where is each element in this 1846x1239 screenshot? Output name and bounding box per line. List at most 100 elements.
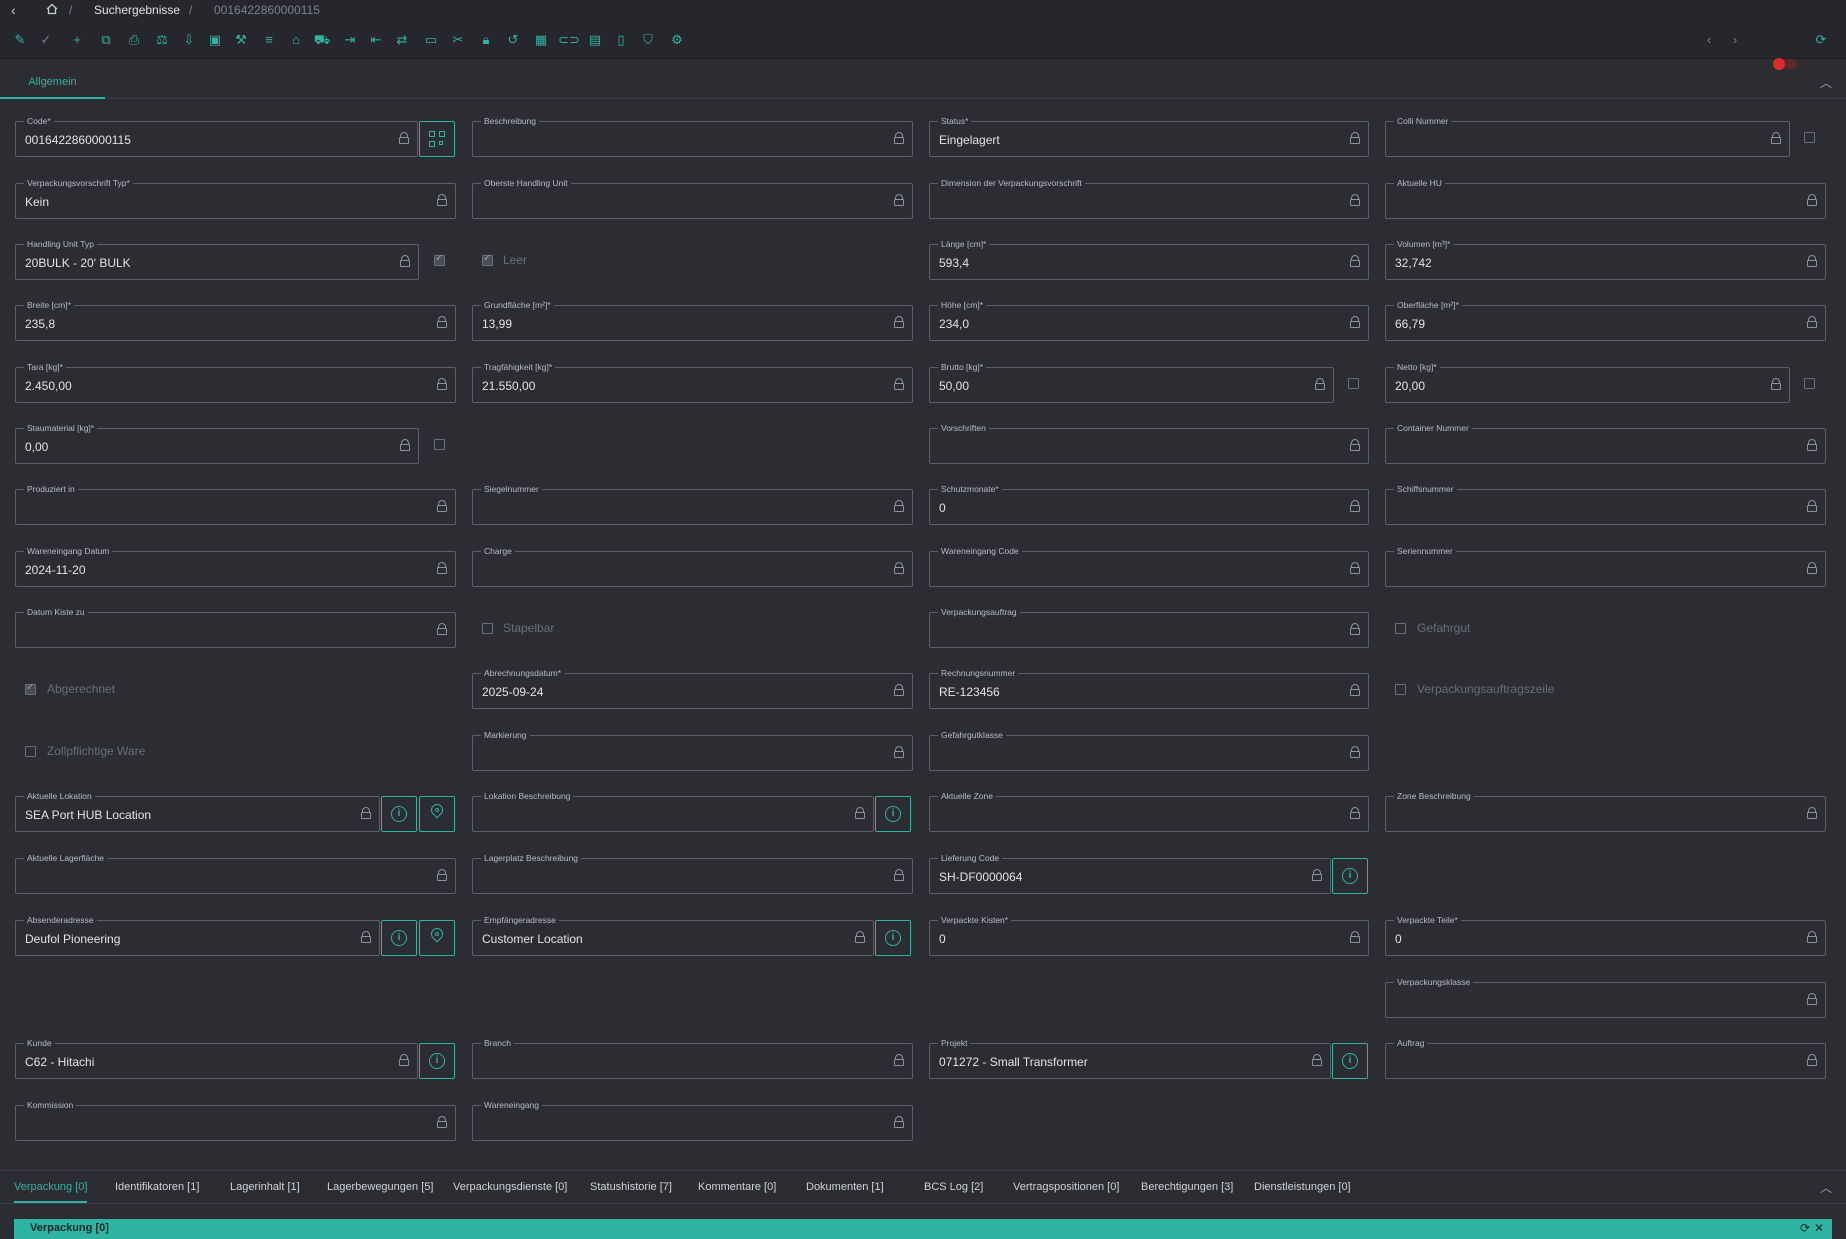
link-icon[interactable]: ⊂⊃	[558, 31, 580, 49]
verpackungsauftrag-field[interactable]: Verpackungsauftrag	[929, 606, 1369, 648]
produziert-in-field[interactable]: Produziert in	[15, 483, 456, 525]
kunde-field[interactable]: Kunde C62 - Hitachi	[15, 1037, 418, 1079]
wareneingang-datum-field[interactable]: Wareneingang Datum 2024-11-20	[15, 545, 456, 587]
close-icon[interactable]: ✕	[1814, 1221, 1824, 1235]
list-icon[interactable]: ≡	[260, 31, 278, 49]
breadcrumb-results[interactable]: Suchergebnisse	[94, 3, 180, 17]
split-icon[interactable]: ⚖	[153, 31, 171, 49]
tab-vertragspositionen[interactable]: Vertragspositionen [0]	[1013, 1171, 1119, 1203]
tab-identifikatoren[interactable]: Identifikatoren [1]	[115, 1171, 199, 1203]
warehouse-icon[interactable]: ⌂	[287, 31, 305, 49]
lagerplatz-beschreibung-field[interactable]: Lagerplatz Beschreibung	[472, 852, 913, 894]
empfaengeradresse-field[interactable]: Empfängeradresse Customer Location	[472, 914, 874, 956]
verpackungsklasse-field[interactable]: Verpackungsklasse	[1385, 976, 1826, 1018]
logout-icon[interactable]: ⇤	[367, 31, 385, 49]
staumaterial-field[interactable]: Staumaterial [kg]* 0,00	[15, 422, 419, 464]
zollpflichtige-ware-checkbox[interactable]	[25, 746, 36, 757]
chevron-up-icon[interactable]: ︿	[1820, 1179, 1832, 1196]
lokation-map-button[interactable]	[419, 796, 455, 832]
history-icon[interactable]: ↺	[504, 31, 522, 49]
home-icon[interactable]	[46, 3, 58, 15]
tab-dokumenten[interactable]: Dokumenten [1]	[806, 1171, 884, 1203]
tab-verpackung[interactable]: Verpackung [0]	[14, 1171, 88, 1203]
aktuelle-lagerflaeche-field[interactable]: Aktuelle Lagerfläche	[15, 852, 456, 894]
projekt-field[interactable]: Projekt 071272 - Small Transformer	[929, 1037, 1331, 1079]
qr-code-button[interactable]	[419, 121, 455, 157]
absenderadresse-field[interactable]: Absenderadresse Deufol Pioneering	[15, 914, 380, 956]
staumaterial-checkbox[interactable]	[434, 439, 445, 450]
chevron-up-icon[interactable]: ︿	[1820, 74, 1832, 91]
tab-statushistorie[interactable]: Statushistorie [7]	[590, 1171, 672, 1203]
message-icon[interactable]: ▤	[586, 31, 604, 49]
volumen-field[interactable]: Volumen [m³]* 32,742	[1385, 238, 1826, 280]
back-icon[interactable]: ‹	[11, 2, 16, 18]
datum-kiste-zu-field[interactable]: Datum Kiste zu	[15, 606, 456, 648]
lieferung-info-button[interactable]: i	[1332, 858, 1368, 894]
schiffsnummer-field[interactable]: Schiffsnummer	[1385, 483, 1826, 525]
import-icon[interactable]: ⇩	[180, 31, 198, 49]
lokation-beschreibung-field[interactable]: Lokation Beschreibung	[472, 790, 874, 832]
brutto-checkbox[interactable]	[1348, 378, 1359, 389]
shield-icon[interactable]: ⛉	[639, 31, 657, 49]
edit-icon[interactable]: ✎	[11, 31, 29, 49]
print-icon[interactable]: ⎙	[125, 31, 143, 49]
lokation-info-button[interactable]: i	[381, 796, 417, 832]
oberflaeche-field[interactable]: Oberfläche [m²]* 66,79	[1385, 299, 1826, 341]
absender-info-button[interactable]: i	[381, 920, 417, 956]
breite-field[interactable]: Breite [cm]* 235,8	[15, 299, 456, 341]
tab-dienstleistungen[interactable]: Dienstleistungen [0]	[1254, 1171, 1351, 1203]
check-icon[interactable]: ✓	[37, 31, 55, 49]
dimension-verpackungsvorschrift-field[interactable]: Dimension der Verpackungsvorschrift	[929, 177, 1369, 219]
grundflaeche-field[interactable]: Grundfläche [m²]* 13,99	[472, 299, 913, 341]
login-icon[interactable]: ⇥	[341, 31, 359, 49]
wareneingang-field[interactable]: Wareneingang	[472, 1099, 913, 1141]
tab-lagerbewegungen[interactable]: Lagerbewegungen [5]	[327, 1171, 433, 1203]
markierung-field[interactable]: Markierung	[472, 729, 913, 771]
verpackungsauftragszeile-checkbox[interactable]	[1395, 684, 1406, 695]
stapelbar-checkbox[interactable]	[482, 623, 493, 634]
aktuelle-lokation-field[interactable]: Aktuelle Lokation SEA Port HUB Location	[15, 790, 380, 832]
lieferung-code-field[interactable]: Lieferung Code SH-DF0000064	[929, 852, 1331, 894]
refresh-icon[interactable]: ⟳	[1812, 31, 1830, 49]
tab-allgemein[interactable]: Allgemein	[0, 66, 105, 99]
colli-nummer-checkbox[interactable]	[1804, 132, 1815, 143]
lokation-beschreibung-info-button[interactable]: i	[875, 796, 911, 832]
truck-icon[interactable]: ⛟	[313, 31, 331, 49]
hoehe-field[interactable]: Höhe [cm]* 234,0	[929, 299, 1369, 341]
container-nummer-field[interactable]: Container Nummer	[1385, 422, 1826, 464]
netto-checkbox[interactable]	[1804, 378, 1815, 389]
tab-bcs-log[interactable]: BCS Log [2]	[924, 1171, 983, 1203]
siegelnummer-field[interactable]: Siegelnummer	[472, 483, 913, 525]
chevron-left-icon[interactable]: ‹	[1700, 31, 1718, 49]
tragfaehigkeit-field[interactable]: Tragfähigkeit [kg]* 21.550,00	[472, 361, 913, 403]
wareneingang-code-field[interactable]: Wareneingang Code	[929, 545, 1369, 587]
abrechnungsdatum-field[interactable]: Abrechnungsdatum* 2025-09-24	[472, 667, 913, 709]
gefahrgutklasse-field[interactable]: Gefahrgutklasse	[929, 729, 1369, 771]
package-icon[interactable]: ▣	[206, 31, 224, 49]
tab-kommentare[interactable]: Kommentare [0]	[698, 1171, 776, 1203]
aktuelle-zone-field[interactable]: Aktuelle Zone	[929, 790, 1369, 832]
zone-beschreibung-field[interactable]: Zone Beschreibung	[1385, 790, 1826, 832]
laenge-field[interactable]: Länge [cm]* 593,4	[929, 238, 1369, 280]
wrench-icon[interactable]: ✂	[449, 31, 467, 49]
tab-berechtigungen[interactable]: Berechtigungen [3]	[1141, 1171, 1233, 1203]
empfaenger-info-button[interactable]: i	[875, 920, 911, 956]
charge-field[interactable]: Charge	[472, 545, 913, 587]
code-field[interactable]: Code* 0016422860000115	[15, 115, 418, 157]
handling-unit-typ-field[interactable]: Handling Unit Typ 20BULK - 20' BULK	[15, 238, 419, 280]
verpackungsvorschrift-typ-field[interactable]: Verpackungsvorschrift Typ* Kein	[15, 177, 456, 219]
gefahrgut-checkbox[interactable]	[1395, 623, 1406, 634]
netto-field[interactable]: Netto [kg]* 20,00	[1385, 361, 1790, 403]
grid-icon[interactable]: ▦	[532, 31, 550, 49]
schutzmonate-field[interactable]: Schutzmonate* 0	[929, 483, 1369, 525]
add-icon[interactable]: +	[68, 31, 86, 49]
absender-map-button[interactable]	[419, 920, 455, 956]
tab-lagerinhalt[interactable]: Lagerinhalt [1]	[230, 1171, 300, 1203]
status-field[interactable]: Status* Eingelagert	[929, 115, 1369, 157]
copy-icon[interactable]: ⧉	[97, 31, 115, 49]
tara-field[interactable]: Tara [kg]* 2.450,00	[15, 361, 456, 403]
rechnungsnummer-field[interactable]: Rechnungsnummer RE-123456	[929, 667, 1369, 709]
aktuelle-hu-field[interactable]: Aktuelle HU	[1385, 177, 1826, 219]
tab-verpackungsdienste[interactable]: Verpackungsdienste [0]	[453, 1171, 567, 1203]
handling-unit-typ-checkbox[interactable]	[434, 253, 445, 266]
